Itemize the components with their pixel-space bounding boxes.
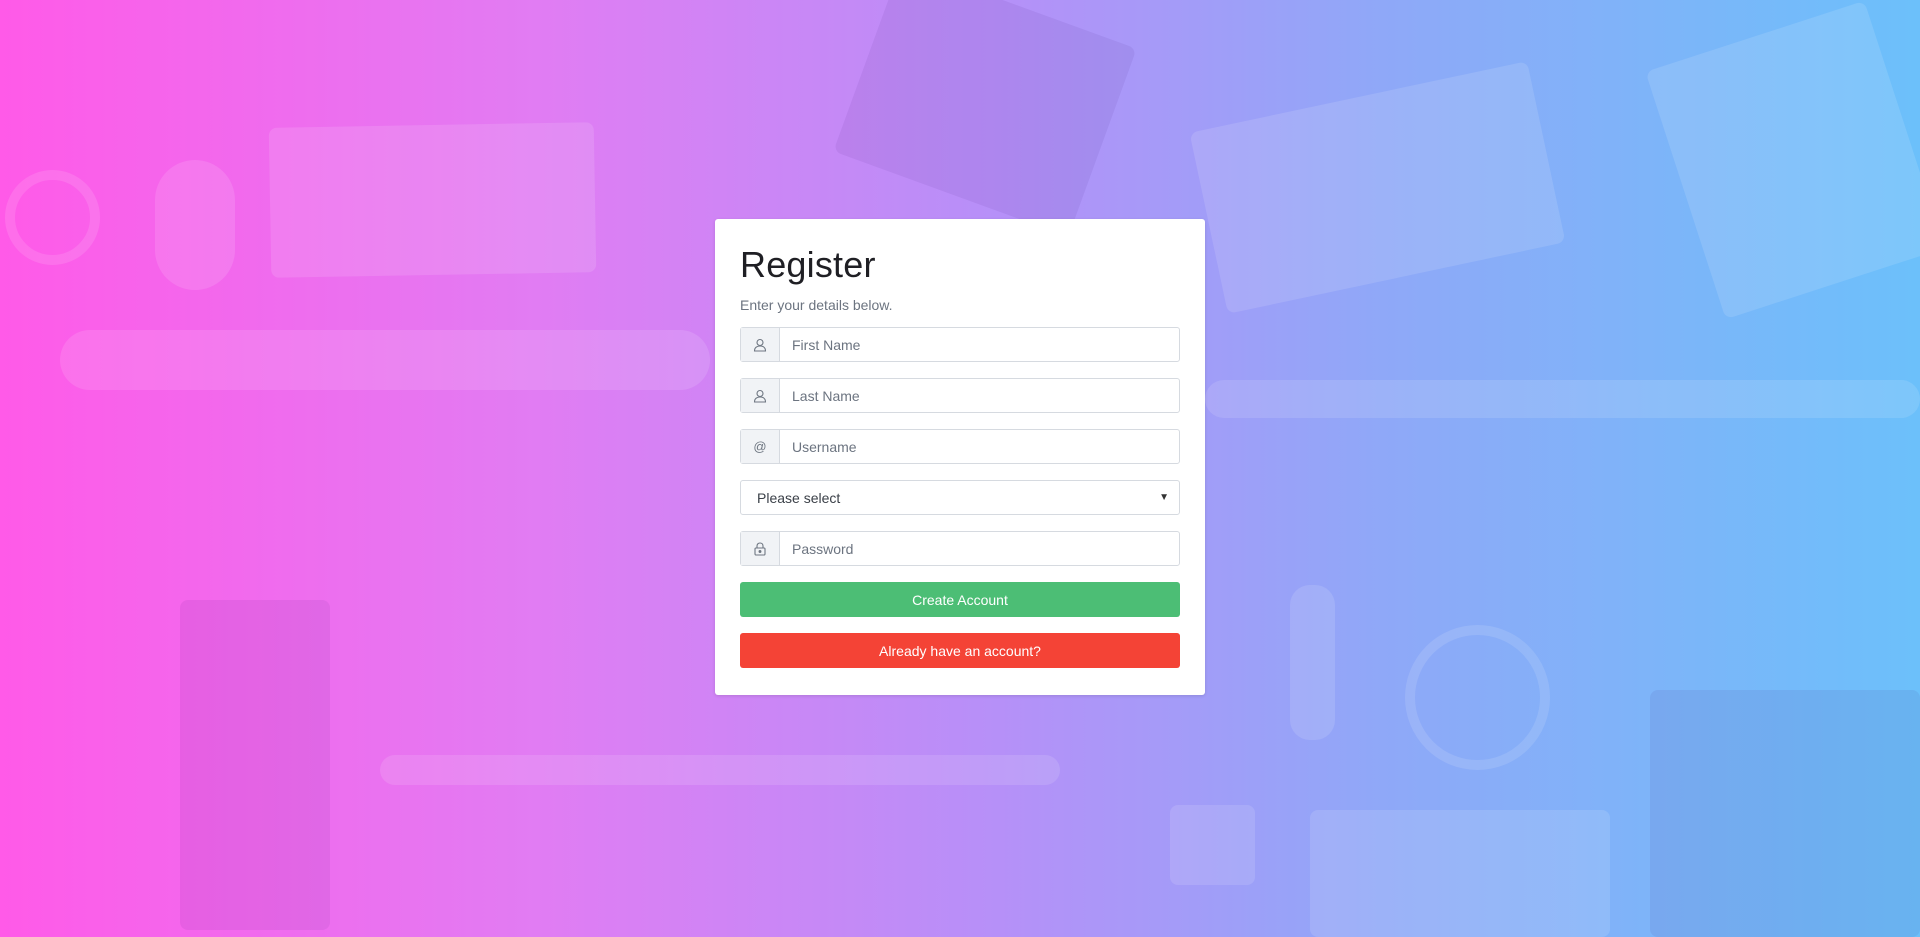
lock-icon [741,532,780,565]
password-input[interactable] [780,532,1179,565]
user-icon [741,379,780,412]
first-name-field [740,327,1180,362]
first-name-input[interactable] [780,328,1179,361]
role-select[interactable]: Please select ▼ [740,480,1180,515]
register-card: Register Enter your details below. @ Ple… [715,219,1205,695]
page-title: Register [740,244,876,285]
username-field: @ [740,429,1180,464]
caret-down-icon: ▼ [1159,492,1169,503]
select-value: Please select [757,489,841,506]
last-name-input[interactable] [780,379,1179,412]
at-icon: @ [741,430,780,463]
user-icon [741,328,780,361]
password-field [740,531,1180,566]
username-input[interactable] [780,430,1179,463]
form-subtitle: Enter your details below. [740,297,893,313]
last-name-field [740,378,1180,413]
create-account-button[interactable]: Create Account [740,582,1180,617]
login-link-button[interactable]: Already have an account? [740,633,1180,668]
